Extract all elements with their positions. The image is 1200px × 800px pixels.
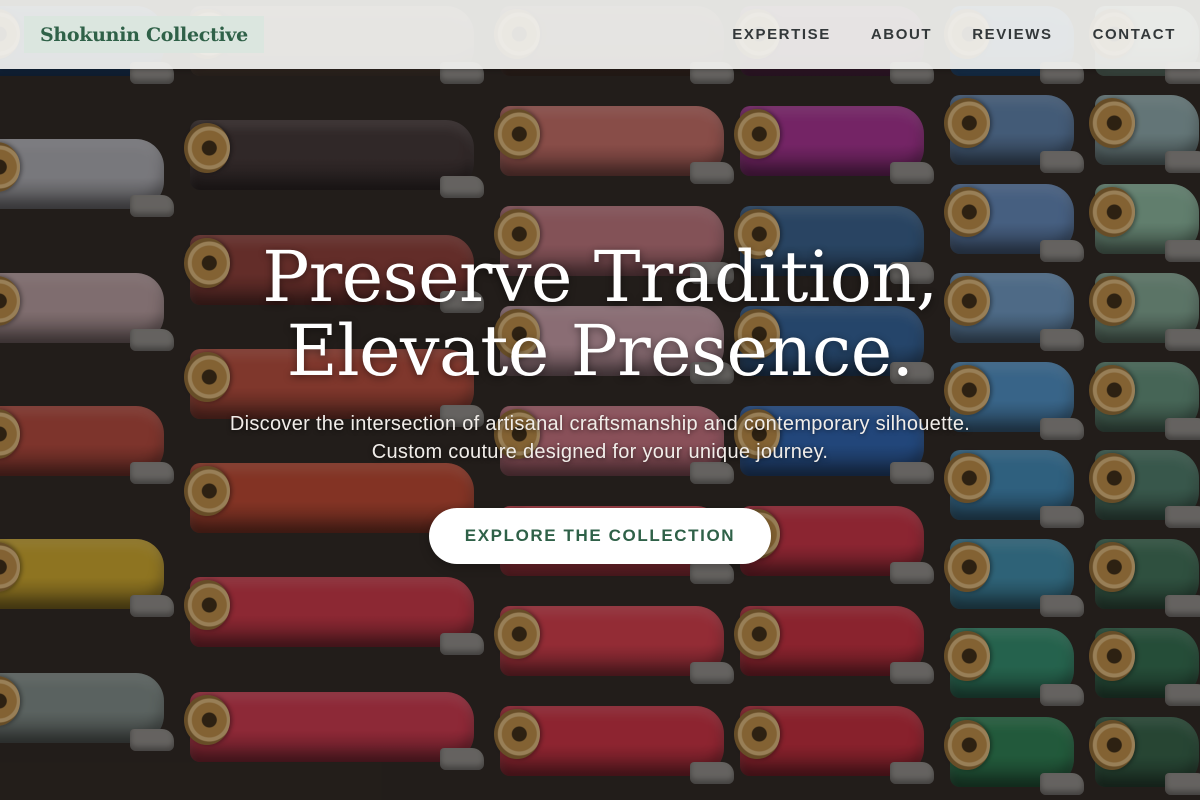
explore-collection-button[interactable]: EXPLORE THE COLLECTION [429, 508, 771, 564]
main-nav: EXPERTISE ABOUT REVIEWS CONTACT [712, 26, 1176, 43]
hero-section: Preserve Tradition, Elevate Presence. Di… [0, 240, 1200, 564]
hero-title-line-2: Elevate Presence. [286, 310, 914, 392]
hero-subtitle-line-2: Custom couture designed for your unique … [371, 441, 829, 463]
hero-subtitle: Discover the intersection of artisanal c… [0, 410, 1200, 466]
hero-subtitle-line-1: Discover the intersection of artisanal c… [229, 413, 971, 435]
nav-contact[interactable]: CONTACT [1073, 26, 1176, 43]
nav-reviews[interactable]: REVIEWS [952, 26, 1072, 43]
brand-logo[interactable]: Shokunin Collective [24, 16, 264, 53]
site-header: Shokunin Collective EXPERTISE ABOUT REVI… [0, 0, 1200, 69]
nav-about[interactable]: ABOUT [851, 26, 952, 43]
hero-title-line-1: Preserve Tradition, [262, 236, 938, 318]
hero-title: Preserve Tradition, Elevate Presence. [0, 240, 1200, 388]
nav-expertise[interactable]: EXPERTISE [712, 26, 851, 43]
